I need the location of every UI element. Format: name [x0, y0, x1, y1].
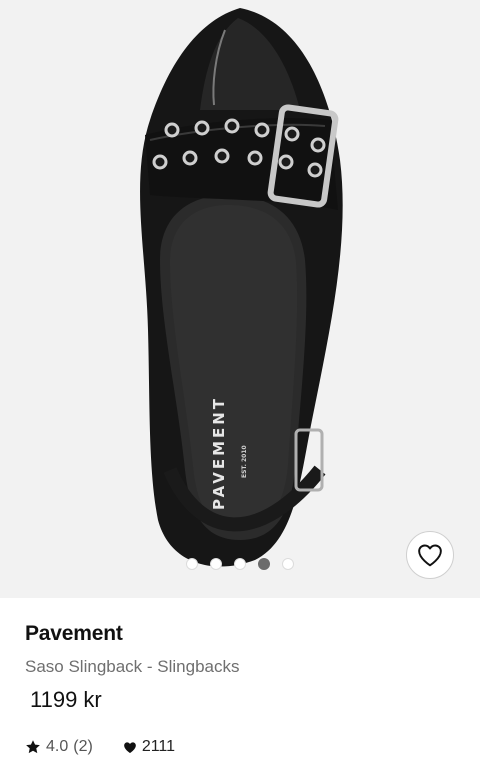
product-photo: PAVEMENT EST. 2010 — [140, 8, 343, 567]
rating[interactable]: 4.0 (2) — [25, 738, 93, 756]
carousel-dot[interactable] — [282, 558, 294, 570]
rating-count: (2) — [73, 738, 93, 755]
product-title[interactable]: Saso Slingback - Slingbacks — [25, 657, 240, 677]
product-image[interactable]: PAVEMENT EST. 2010 — [0, 0, 480, 598]
favorites-count: 2111 — [141, 738, 176, 755]
carousel-dot-active[interactable] — [258, 558, 270, 570]
carousel-dot[interactable] — [234, 558, 246, 570]
insole-logo-sub: EST. 2010 — [241, 445, 248, 478]
product-meta: 4.0 (2) 2111 — [25, 738, 175, 756]
product-price: 1199 kr — [30, 687, 102, 712]
carousel-indicator — [0, 558, 480, 570]
star-icon — [26, 740, 40, 754]
rating-value: 4.0 — [46, 738, 69, 755]
heart-filled-icon — [123, 741, 136, 753]
carousel-dot[interactable] — [210, 558, 222, 570]
product-brand[interactable]: Pavement — [25, 622, 123, 646]
insole-logo: PAVEMENT — [210, 396, 228, 510]
favorite-button[interactable] — [406, 531, 454, 579]
favorites: 2111 — [123, 738, 175, 756]
carousel-dot[interactable] — [186, 558, 198, 570]
